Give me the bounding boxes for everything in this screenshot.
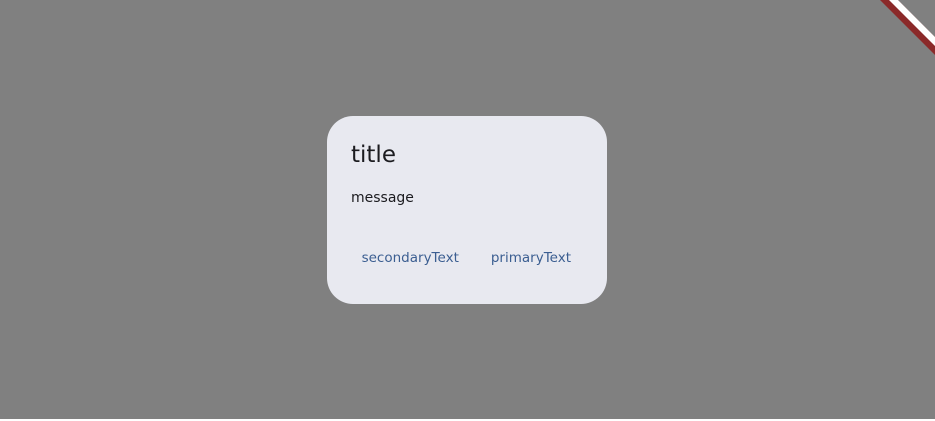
dialog-actions: secondaryText primaryText bbox=[350, 238, 583, 278]
secondary-button[interactable]: secondaryText bbox=[350, 238, 471, 278]
dialog-message: message bbox=[351, 190, 414, 206]
app-screen: title message secondaryText primaryText bbox=[0, 0, 935, 421]
primary-button[interactable]: primaryText bbox=[479, 238, 583, 278]
alert-dialog: title message secondaryText primaryText bbox=[327, 116, 607, 304]
dialog-title: title bbox=[351, 142, 396, 168]
